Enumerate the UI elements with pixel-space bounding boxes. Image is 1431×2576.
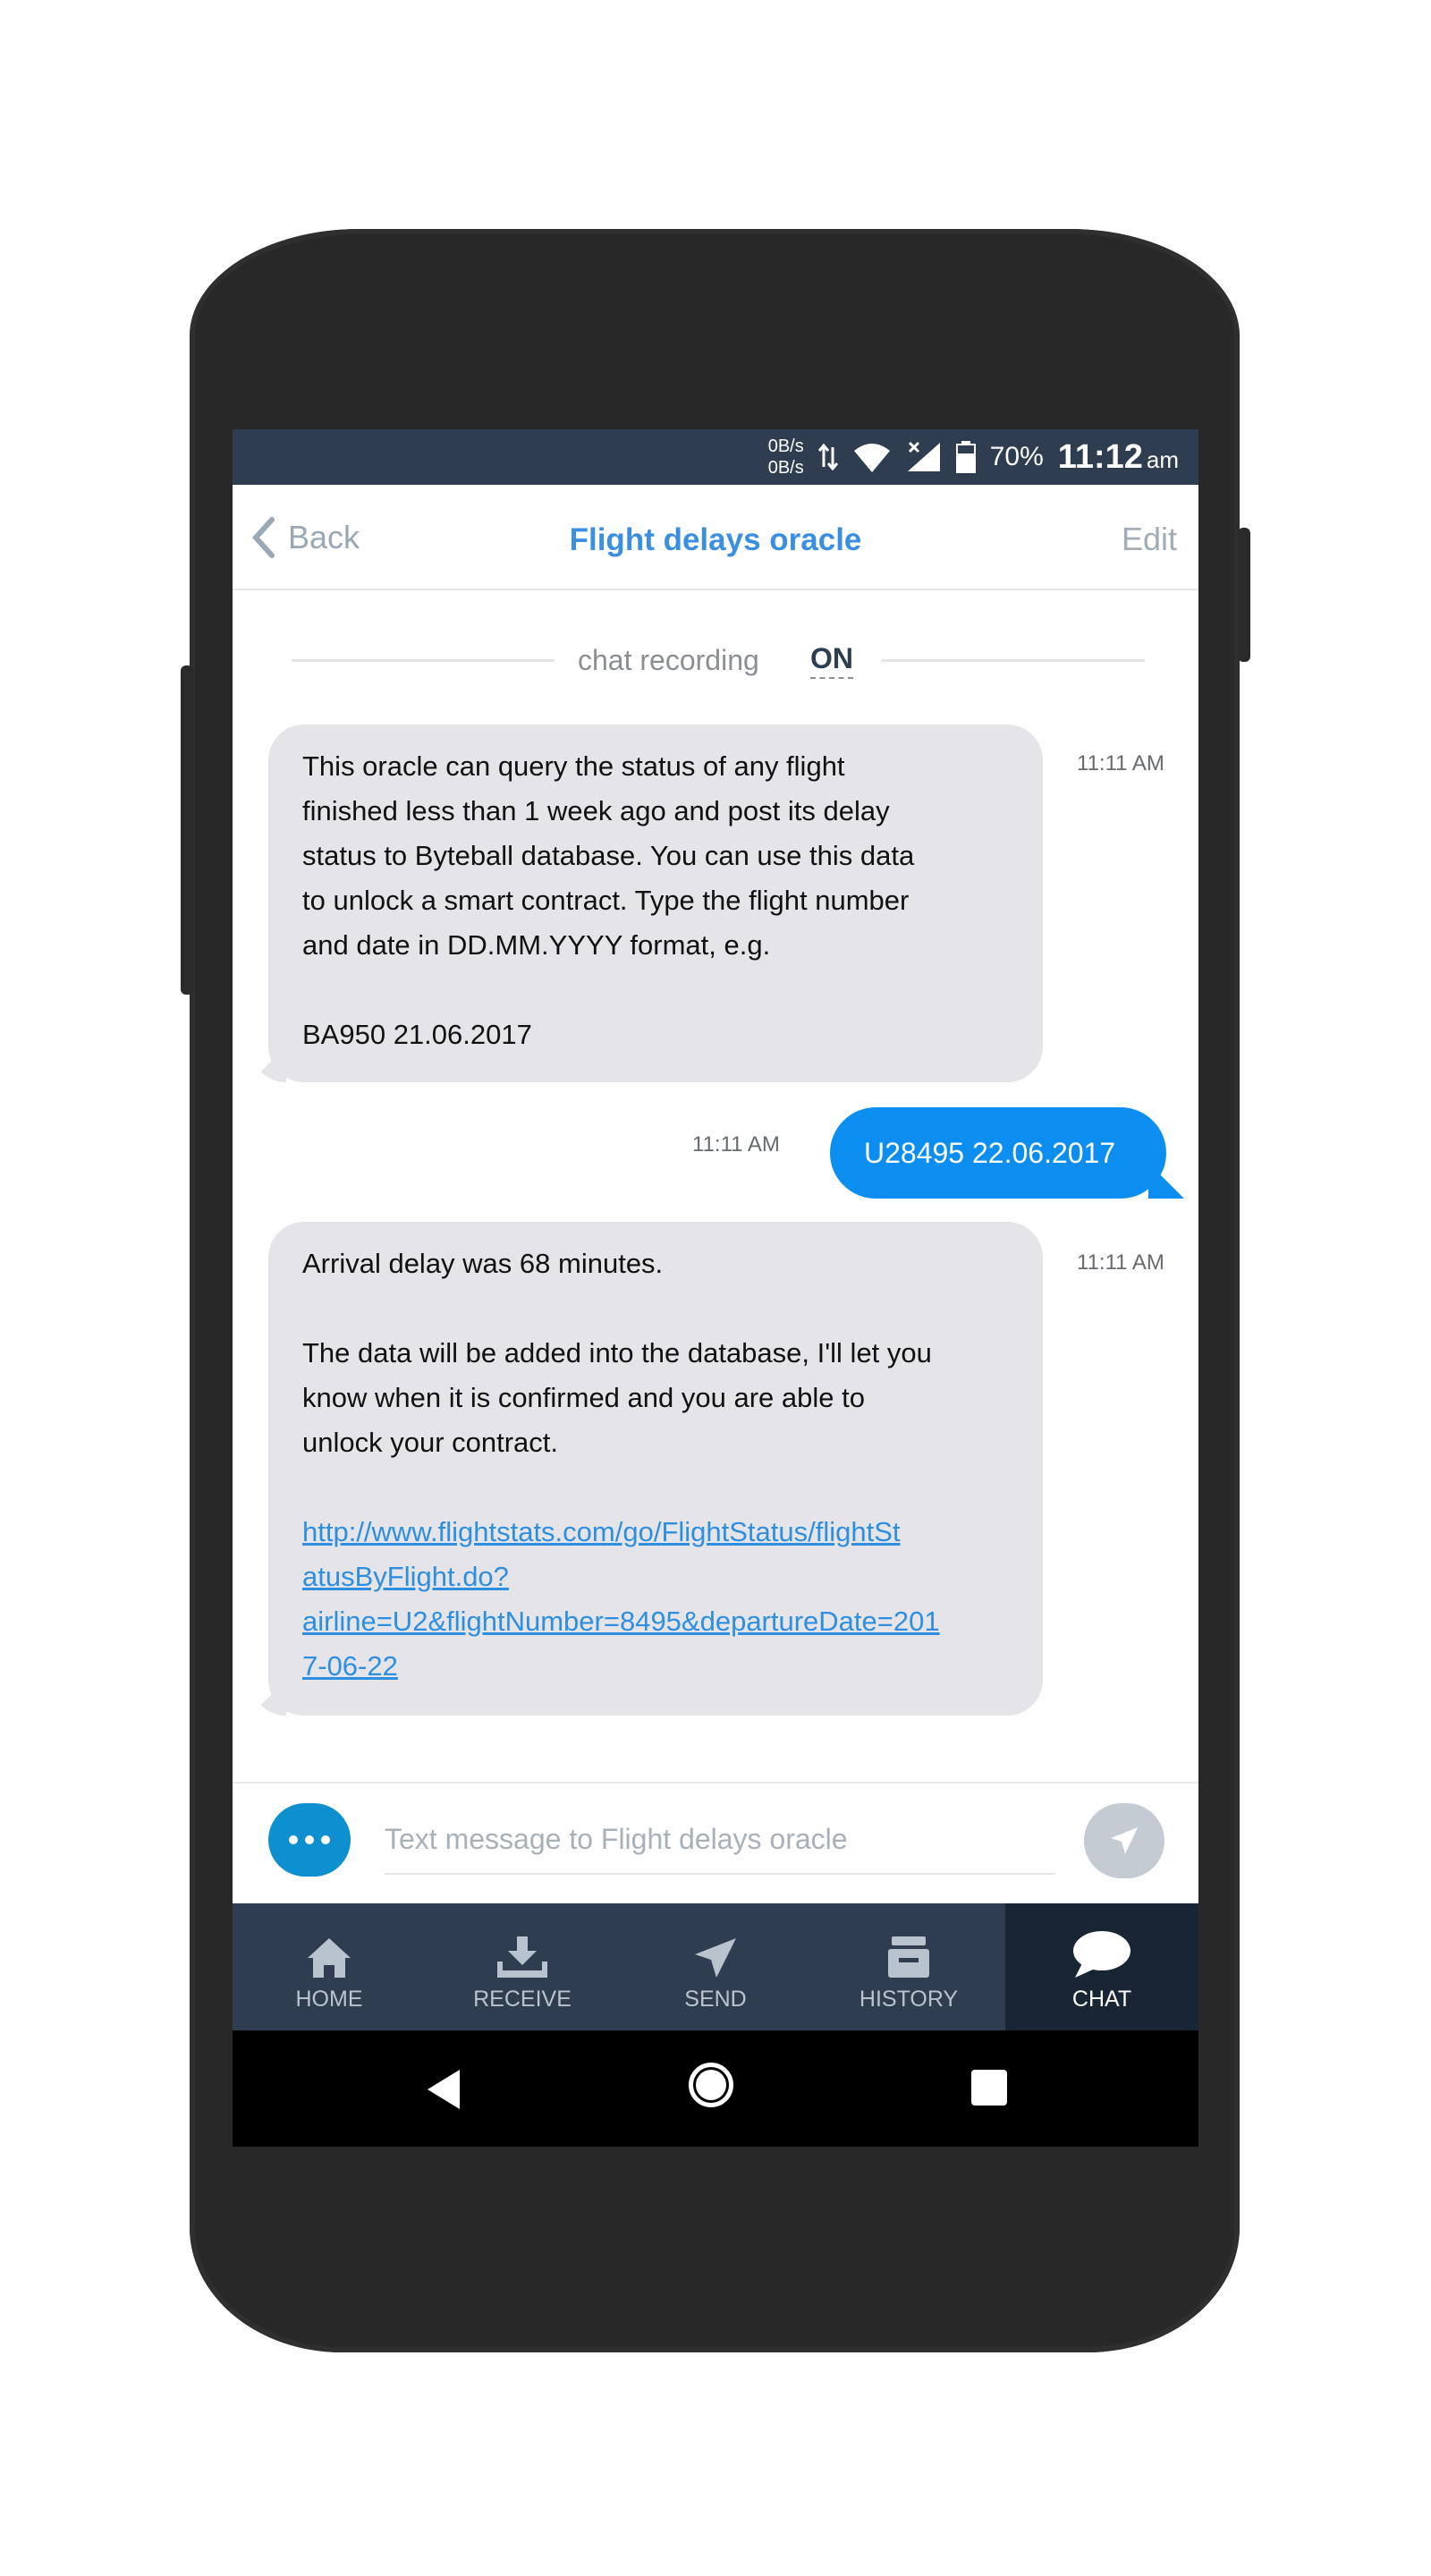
system-navigation-bar [233,2030,1198,2147]
home-icon [308,1938,351,1978]
page-title: Flight delays oracle [569,522,862,557]
tab-history[interactable]: HISTORY [812,1903,1005,2030]
archive-icon [888,1936,929,1978]
send-message-button[interactable] [1084,1803,1164,1878]
message-input[interactable] [385,1805,1055,1875]
system-back-button[interactable] [428,2070,460,2109]
incoming-message: Arrival delay was 68 minutes. The data w… [250,1222,1043,1716]
status-bar: 0B/s 0B/s 70% 11:12 am [233,429,1198,485]
dot-icon [321,1835,330,1844]
dot-icon [305,1835,314,1844]
chat-recording-label: chat recording [578,644,759,676]
tab-receive[interactable]: RECEIVE [426,1903,619,2030]
battery-icon [955,441,976,473]
divider [292,659,555,662]
chat-recording-indicator: chat recording ON [292,637,1145,682]
power-button [1238,528,1250,662]
system-recents-button[interactable] [971,2070,1007,2106]
bubble-tail [1148,1163,1184,1199]
chat-bubble-icon [1073,1931,1130,1978]
tab-home[interactable]: HOME [233,1903,426,2030]
paper-plane-icon [1111,1827,1138,1854]
chat-recording-toggle[interactable]: ON [810,642,853,679]
edit-button[interactable]: Edit [1122,521,1177,558]
incoming-message: This oracle can query the status of any … [250,724,1043,1082]
tab-send[interactable]: SEND [619,1903,812,2030]
wifi-icon [853,444,890,472]
message-timestamp: 11:11 AM [692,1132,780,1157]
message-timestamp: 11:11 AM [1077,751,1164,775]
status-clock: 11:12 am [1057,437,1179,476]
signal-icon [907,441,940,471]
screen: 0B/s 0B/s 70% 11:12 am Back Flight delay… [233,429,1198,2147]
volume-button [181,665,193,995]
message-composer [233,1782,1198,1898]
more-options-button[interactable] [268,1803,351,1877]
bubble-tail [250,1046,286,1082]
dot-icon [289,1835,298,1844]
download-icon [497,1936,547,1978]
chat-header: Back Flight delays oracle Edit [233,485,1198,590]
paper-plane-icon [695,1938,736,1978]
flightstats-link[interactable]: http://www.flightstats.com/go/FlightStat… [302,1510,1009,1689]
outgoing-message: U28495 22.06.2017 [830,1107,1184,1199]
data-arrows-icon [817,444,838,470]
message-timestamp: 11:11 AM [1077,1250,1164,1275]
bottom-tab-bar: HOME RECEIVE SEND HISTORY CHAT [233,1903,1198,2030]
net-speed: 0B/s 0B/s [767,436,804,478]
tab-chat[interactable]: CHAT [1005,1903,1198,2030]
bubble-tail [250,1680,286,1716]
divider [882,659,1145,662]
system-home-button[interactable] [689,2063,733,2107]
battery-percent: 70% [989,442,1044,471]
